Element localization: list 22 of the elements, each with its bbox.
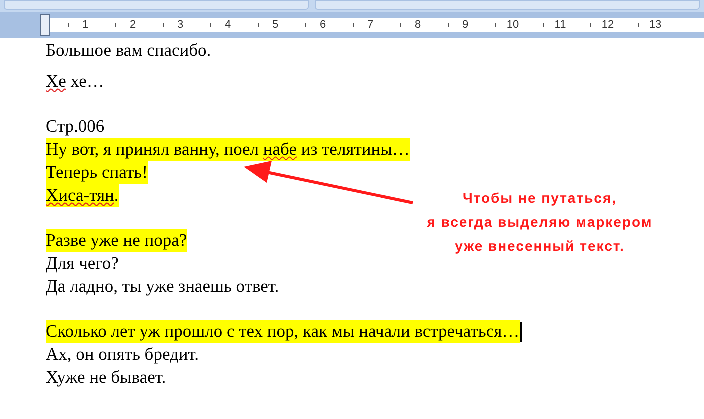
ruler-number: 6 — [318, 20, 328, 30]
ruler-number: 10 — [506, 20, 520, 30]
indent-marker[interactable] — [40, 14, 50, 36]
ruler-number: 12 — [601, 20, 615, 30]
ruler-number: 11 — [554, 20, 568, 30]
text-line: Ах, он опять бредит. — [46, 343, 199, 366]
ruler-number: 8 — [414, 20, 422, 30]
annotation-text: Чтобы не путаться, я всегда выделяю маркером уже внесенный текст. — [426, 189, 654, 256]
text-line: Для чего? — [46, 252, 119, 275]
ruler-number: 7 — [366, 20, 375, 30]
text-line: Большое вам спасибо. — [46, 39, 212, 62]
ruler-number: 4 — [224, 20, 232, 30]
text-line: Да ладно, ты уже знаешь ответ. — [46, 275, 280, 298]
ruler-number: 13 — [648, 20, 662, 30]
ruler-number: 9 — [461, 20, 470, 30]
ruler-number: 5 — [271, 20, 280, 30]
ruler-number: 1 — [81, 20, 90, 30]
text-line: Хе хе… — [46, 70, 104, 93]
ruler-number: 2 — [128, 20, 138, 30]
ruler-number: 3 — [176, 20, 185, 30]
text-line: Хуже не бывает. — [46, 366, 166, 389]
text-line: Стр.006 — [46, 115, 105, 138]
